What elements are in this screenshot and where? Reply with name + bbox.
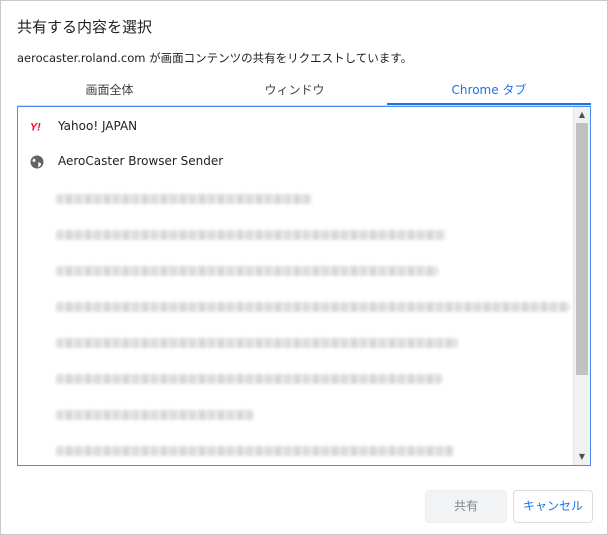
share-button[interactable]: 共有 [425,490,507,523]
tab-entire-screen[interactable]: 画面全体 [17,79,202,104]
scroll-down-arrow-icon[interactable]: ▼ [574,449,590,465]
list-item-blurred[interactable] [18,327,573,357]
scroll-up-arrow-icon[interactable]: ▲ [574,107,590,123]
list-item-yahoo[interactable]: Y! Yahoo! JAPAN [18,112,573,142]
list-item-label: AeroCaster Browser Sender [58,154,224,168]
scrollbar-thumb[interactable] [576,123,588,375]
tab-list: Y! Yahoo! JAPAN AeroCaster Browser Sende… [17,106,591,466]
list-item-blurred[interactable] [18,399,573,429]
list-scrollbar[interactable]: ▲ ▼ [573,107,590,465]
yahoo-logo-icon: Y! [30,122,41,134]
tab-window[interactable]: ウィンドウ [202,79,387,104]
list-item-label: Yahoo! JAPAN [58,119,138,133]
list-item-blurred[interactable] [18,219,573,249]
dialog-title: 共有する内容を選択 [17,18,153,36]
dialog-subtitle: aerocaster.roland.com が画面コンテンツの共有をリクエストし… [17,51,413,65]
list-item-blurred[interactable] [18,291,573,321]
list-item-blurred[interactable] [18,435,573,465]
tab-chrome-tab[interactable]: Chrome タブ [387,79,591,105]
svg-text:Y!: Y! [30,122,41,134]
list-item-blurred[interactable] [18,255,573,285]
globe-icon [30,155,44,169]
source-tabs: 画面全体 ウィンドウ Chrome タブ [17,79,591,106]
list-item-blurred[interactable] [18,363,573,393]
list-item-blurred[interactable] [18,183,573,213]
list-item-aerocaster[interactable]: AeroCaster Browser Sender [18,147,573,177]
cancel-button[interactable]: キャンセル [513,490,593,523]
share-dialog: 共有する内容を選択 aerocaster.roland.com が画面コンテンツ… [0,0,608,535]
